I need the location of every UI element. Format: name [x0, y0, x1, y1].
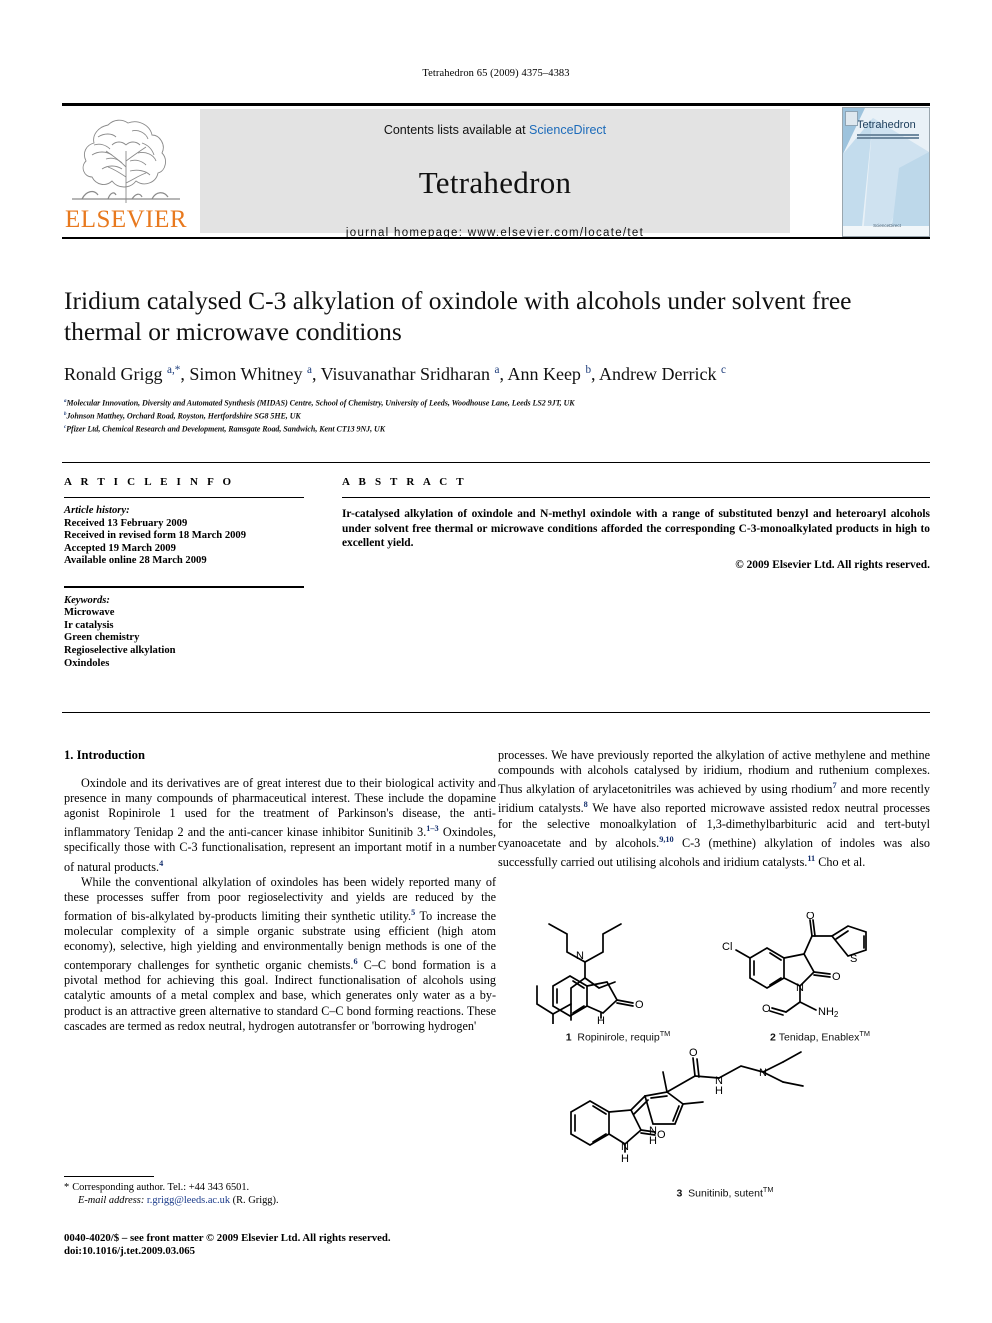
- history-revised: Received in revised form 18 March 2009: [64, 530, 247, 542]
- history-received: Received 13 February 2009: [64, 517, 188, 529]
- svg-text:O: O: [635, 999, 644, 1011]
- svg-text:N: N: [621, 1141, 629, 1153]
- abstract-column: A B S T R A C T Ir-catalysed alkylation …: [342, 476, 930, 571]
- history-accepted: Accepted 19 March 2009: [64, 542, 176, 554]
- article-info-rule: [64, 497, 304, 498]
- doi-line: doi:10.1016/j.tet.2009.03.065: [64, 1245, 196, 1258]
- svg-text:O: O: [689, 1047, 698, 1059]
- structure-1: N O H 1 Ropinirole, requipTM: [523, 912, 713, 1044]
- journal-cover-thumbnail: Tetrahedron ScienceDirect: [842, 107, 930, 237]
- paragraph-intro-2: While the conventional alkylation of oxi…: [64, 874, 496, 1033]
- keywords-rule: [64, 585, 304, 588]
- abstract-rule: [342, 497, 930, 498]
- cover-subtitle-lines: [857, 134, 919, 141]
- svg-text:O: O: [762, 1003, 771, 1015]
- email-link[interactable]: r.grigg@leeds.ac.uk: [147, 1195, 230, 1206]
- elsevier-logo: ELSEVIER: [62, 111, 190, 233]
- sciencedirect-link[interactable]: ScienceDirect: [529, 123, 606, 137]
- journal-banner: ELSEVIER Contents lists available at Sci…: [62, 103, 930, 239]
- svg-text:Cl: Cl: [722, 941, 732, 953]
- banner-top-rule: [62, 103, 930, 106]
- svg-text:N: N: [576, 950, 584, 962]
- affiliation-list: aMolecular Innovation, Diversity and Aut…: [64, 396, 924, 435]
- issn-doi-block: 0040-4020/$ – see front matter © 2009 El…: [64, 1232, 564, 1259]
- contents-prefix: Contents lists available at: [383, 123, 530, 137]
- cover-badge-icon: [845, 111, 858, 126]
- structure-3: O H N N O N H O N H N 3 Sunitinib, suten…: [545, 1040, 905, 1200]
- affiliation-c: cPfizer Ltd, Chemical Research and Devel…: [64, 424, 386, 434]
- keywords-block: Keywords: Microwave Ir catalysis Green c…: [64, 585, 304, 671]
- svg-text:N: N: [796, 982, 804, 994]
- svg-text:H: H: [715, 1085, 723, 1097]
- abstract-heading: A B S T R A C T: [342, 476, 467, 488]
- keywords-label: Keywords:: [64, 594, 110, 606]
- section-heading-introduction: 1. Introduction: [64, 748, 145, 762]
- svg-text:O: O: [806, 912, 815, 922]
- banner-center-panel: Contents lists available at ScienceDirec…: [200, 109, 790, 239]
- contents-available-line: Contents lists available at ScienceDirec…: [200, 123, 790, 137]
- affiliation-b: bJohnson Matthey, Orchard Road, Royston,…: [64, 411, 301, 421]
- paragraph-intro-3: processes. We have previously reported t…: [498, 748, 930, 869]
- cover-journal-title: Tetrahedron: [857, 119, 916, 131]
- keyword-item: Regioselective alkylation: [64, 644, 176, 656]
- body-column-left: 1. Introduction Oxindole and its derivat…: [64, 748, 496, 1034]
- article-history: Article history: Received 13 February 20…: [64, 505, 304, 568]
- info-bottom-rule: [62, 712, 930, 713]
- history-online: Available online 28 March 2009: [64, 555, 207, 567]
- keyword-item: Oxindoles: [64, 657, 110, 669]
- banner-bottom-rule: [62, 237, 930, 239]
- abstract-copyright: © 2009 Elsevier Ltd. All rights reserved…: [735, 558, 930, 571]
- author-list: Ronald Grigg a,*, Simon Whitney a, Visuv…: [64, 364, 726, 384]
- elsevier-tree-icon: [68, 111, 184, 207]
- structure-3-caption: 3 Sunitinib, sutentTM: [676, 1185, 774, 1200]
- svg-text:N: N: [759, 1067, 767, 1079]
- abstract-text: Ir-catalysed alkylation of oxindole and …: [342, 508, 930, 550]
- keyword-item: Microwave: [64, 607, 115, 619]
- issn-line: 0040-4020/$ – see front matter © 2009 El…: [64, 1232, 391, 1244]
- affiliation-a: aMolecular Innovation, Diversity and Aut…: [64, 398, 575, 408]
- email-note: E-mail address: r.grigg@leeds.ac.uk (R. …: [78, 1195, 279, 1206]
- running-head: Tetrahedron 65 (2009) 4375–4383: [422, 68, 570, 79]
- keywords-list: Keywords: Microwave Ir catalysis Green c…: [64, 595, 304, 671]
- body-column-right: processes. We have previously reported t…: [498, 748, 930, 870]
- ropinirole-structure-icon: N O H: [536, 923, 644, 1031]
- footnote-block: * Corresponding author. Tel.: +44 343 650…: [64, 1181, 494, 1207]
- article-history-label: Article history:: [64, 505, 130, 516]
- journal-title: Tetrahedron: [418, 165, 572, 200]
- article-info-column: A R T I C L E I N F O Article history: R…: [64, 476, 304, 670]
- elsevier-wordmark: ELSEVIER: [64, 206, 188, 233]
- svg-text:O: O: [832, 971, 841, 983]
- cover-footer-text: ScienceDirect: [873, 223, 901, 228]
- footnote-rule: [64, 1176, 154, 1177]
- svg-text:O: O: [657, 1129, 666, 1141]
- paragraph-intro-1: Oxindole and its derivatives are of grea…: [64, 776, 496, 874]
- corresponding-author-note: * Corresponding author. Tel.: +44 343 650…: [64, 1182, 250, 1193]
- structure-2: Cl O O S N O NH2 2 Tenidap, EnablexTM: [720, 910, 920, 1044]
- page-title: Iridium catalysed C-3 alkylation of oxin…: [64, 286, 852, 346]
- svg-text:NH2: NH2: [818, 1006, 839, 1019]
- tenidap-structure-icon: Cl O O S N O NH2: [722, 910, 867, 1019]
- svg-text:S: S: [850, 953, 857, 965]
- keyword-item: Ir catalysis: [64, 619, 114, 631]
- structure-figure-group: N O H 1 Ropinirole, requipTM Cl O O S N …: [505, 910, 935, 1202]
- journal-article-page: Tetrahedron 65 (2009) 4375–4383 ELSEVIER…: [0, 0, 992, 1323]
- svg-text:H: H: [621, 1153, 629, 1165]
- sunitinib-structure-icon: O H N N O N H O N H N: [570, 1047, 804, 1165]
- svg-text:H: H: [649, 1135, 657, 1147]
- keyword-item: Green chemistry: [64, 632, 140, 644]
- info-top-rule: [62, 462, 930, 463]
- article-info-heading: A R T I C L E I N F O: [64, 476, 235, 488]
